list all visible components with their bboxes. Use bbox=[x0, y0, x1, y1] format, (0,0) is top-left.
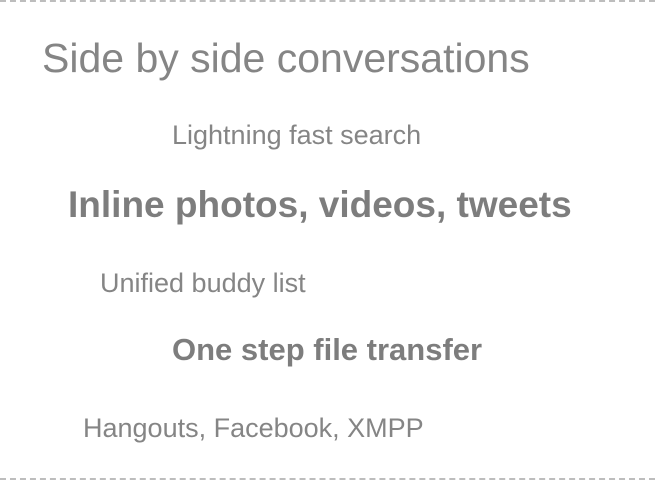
bottom-dashed-divider bbox=[0, 478, 655, 480]
top-dashed-divider bbox=[0, 0, 655, 2]
feature-one-step-file-transfer: One step file transfer bbox=[172, 332, 483, 367]
feature-inline-media: Inline photos, videos, tweets bbox=[68, 184, 572, 225]
feature-side-by-side-conversations: Side by side conversations bbox=[42, 35, 530, 81]
feature-unified-buddy-list: Unified buddy list bbox=[100, 268, 306, 298]
feature-supported-protocols: Hangouts, Facebook, XMPP bbox=[83, 413, 424, 443]
feature-lightning-fast-search: Lightning fast search bbox=[172, 120, 422, 150]
